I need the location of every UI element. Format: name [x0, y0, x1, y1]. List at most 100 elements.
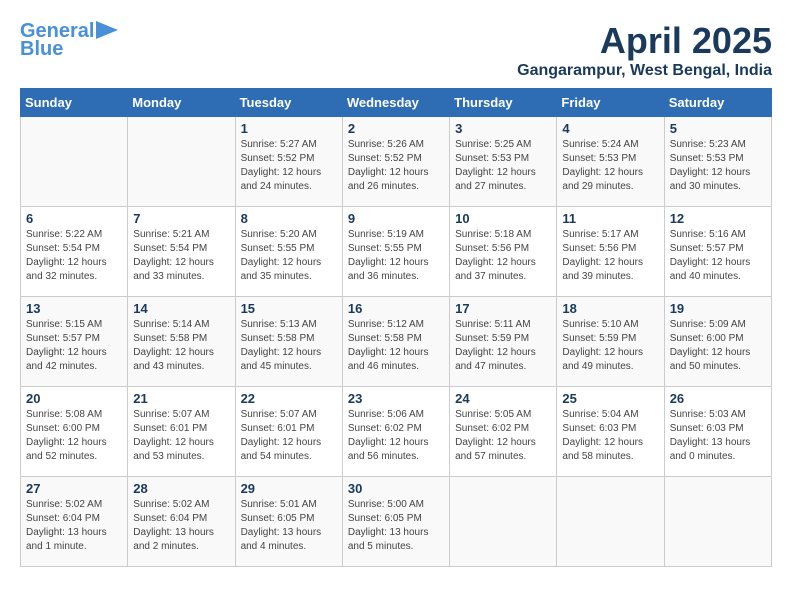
calendar-cell: 28 Sunrise: 5:02 AM Sunset: 6:04 PM Dayli…: [128, 477, 235, 567]
calendar-cell: 7 Sunrise: 5:21 AM Sunset: 5:54 PM Daylig…: [128, 207, 235, 297]
day-info: Sunrise: 5:27 AM Sunset: 5:52 PM Dayligh…: [241, 138, 337, 194]
calendar-cell: 20Sunrise: 5:08 AM Sunset: 6:00 PM Dayli…: [21, 387, 128, 477]
day-number: 30: [348, 481, 444, 496]
month-year-title: April 2025: [517, 20, 772, 62]
calendar-cell: [557, 477, 664, 567]
day-number: 21: [133, 391, 229, 406]
day-info: Sunrise: 5:26 AM Sunset: 5:52 PM Dayligh…: [348, 138, 444, 194]
calendar-week-row: 13 Sunrise: 5:15 AM Sunset: 5:57 PM Dayli…: [21, 297, 772, 387]
day-info: Sunrise: 5:06 AM Sunset: 6:02 PM Dayligh…: [348, 408, 444, 464]
weekday-header-wednesday: Wednesday: [342, 89, 449, 117]
weekday-header-sunday: Sunday: [21, 89, 128, 117]
day-info: Sunrise: 5:17 AM Sunset: 5:56 PM Dayligh…: [562, 228, 658, 284]
weekday-header-tuesday: Tuesday: [235, 89, 342, 117]
calendar-week-row: 1 Sunrise: 5:27 AM Sunset: 5:52 PM Daylig…: [21, 117, 772, 207]
calendar-cell: 23 Sunrise: 5:06 AM Sunset: 6:02 PM Dayli…: [342, 387, 449, 477]
day-info: Sunrise: 5:07 AM Sunset: 6:01 PM Dayligh…: [241, 408, 337, 464]
day-info: Sunrise: 5:08 AM Sunset: 6:00 PM Dayligh…: [26, 408, 122, 464]
calendar-cell: [450, 477, 557, 567]
calendar-cell: [664, 477, 771, 567]
day-number: 5: [670, 121, 766, 136]
weekday-header-friday: Friday: [557, 89, 664, 117]
day-number: 2: [348, 121, 444, 136]
day-number: 16: [348, 301, 444, 316]
day-info: Sunrise: 5:21 AM Sunset: 5:54 PM Dayligh…: [133, 228, 229, 284]
calendar-cell: 15 Sunrise: 5:13 AM Sunset: 5:58 PM Dayli…: [235, 297, 342, 387]
day-number: 14: [133, 301, 229, 316]
calendar-cell: 21 Sunrise: 5:07 AM Sunset: 6:01 PM Dayli…: [128, 387, 235, 477]
calendar-cell: 4Sunrise: 5:24 AM Sunset: 5:53 PM Daylig…: [557, 117, 664, 207]
day-number: 24: [455, 391, 551, 406]
day-number: 27: [26, 481, 122, 496]
calendar-cell: 27Sunrise: 5:02 AM Sunset: 6:04 PM Dayli…: [21, 477, 128, 567]
logo: General Blue: [20, 20, 118, 60]
calendar-cell: 2 Sunrise: 5:26 AM Sunset: 5:52 PM Daylig…: [342, 117, 449, 207]
calendar-cell: 11Sunrise: 5:17 AM Sunset: 5:56 PM Dayli…: [557, 207, 664, 297]
calendar-cell: 12Sunrise: 5:16 AM Sunset: 5:57 PM Dayli…: [664, 207, 771, 297]
calendar-cell: 17 Sunrise: 5:11 AM Sunset: 5:59 PM Dayli…: [450, 297, 557, 387]
calendar-cell: 1 Sunrise: 5:27 AM Sunset: 5:52 PM Daylig…: [235, 117, 342, 207]
day-number: 18: [562, 301, 658, 316]
weekday-header-monday: Monday: [128, 89, 235, 117]
day-info: Sunrise: 5:25 AM Sunset: 5:53 PM Dayligh…: [455, 138, 551, 194]
calendar-cell: 24 Sunrise: 5:05 AM Sunset: 6:02 PM Dayli…: [450, 387, 557, 477]
day-info: Sunrise: 5:18 AM Sunset: 5:56 PM Dayligh…: [455, 228, 551, 284]
calendar-cell: [21, 117, 128, 207]
day-info: Sunrise: 5:09 AM Sunset: 6:00 PM Dayligh…: [670, 318, 766, 374]
calendar-cell: 30 Sunrise: 5:00 AM Sunset: 6:05 PM Dayli…: [342, 477, 449, 567]
day-info: Sunrise: 5:10 AM Sunset: 5:59 PM Dayligh…: [562, 318, 658, 374]
calendar-cell: 18 Sunrise: 5:10 AM Sunset: 5:59 PM Dayli…: [557, 297, 664, 387]
day-number: 9: [348, 211, 444, 226]
day-info: Sunrise: 5:00 AM Sunset: 6:05 PM Dayligh…: [348, 498, 444, 554]
calendar-cell: 10 Sunrise: 5:18 AM Sunset: 5:56 PM Dayli…: [450, 207, 557, 297]
day-number: 23: [348, 391, 444, 406]
day-info: Sunrise: 5:04 AM Sunset: 6:03 PM Dayligh…: [562, 408, 658, 464]
day-number: 26: [670, 391, 766, 406]
day-number: 13: [26, 301, 122, 316]
day-info: Sunrise: 5:15 AM Sunset: 5:57 PM Dayligh…: [26, 318, 122, 374]
day-info: Sunrise: 5:20 AM Sunset: 5:55 PM Dayligh…: [241, 228, 337, 284]
day-info: Sunrise: 5:19 AM Sunset: 5:55 PM Dayligh…: [348, 228, 444, 284]
day-number: 25: [562, 391, 658, 406]
calendar-cell: 16 Sunrise: 5:12 AM Sunset: 5:58 PM Dayli…: [342, 297, 449, 387]
calendar-week-row: 6Sunrise: 5:22 AM Sunset: 5:54 PM Daylig…: [21, 207, 772, 297]
day-info: Sunrise: 5:01 AM Sunset: 6:05 PM Dayligh…: [241, 498, 337, 554]
day-info: Sunrise: 5:16 AM Sunset: 5:57 PM Dayligh…: [670, 228, 766, 284]
calendar-cell: 5 Sunrise: 5:23 AM Sunset: 5:53 PM Daylig…: [664, 117, 771, 207]
location-subtitle: Gangarampur, West Bengal, India: [517, 62, 772, 80]
day-number: 28: [133, 481, 229, 496]
calendar-cell: 26 Sunrise: 5:03 AM Sunset: 6:03 PM Dayli…: [664, 387, 771, 477]
day-info: Sunrise: 5:05 AM Sunset: 6:02 PM Dayligh…: [455, 408, 551, 464]
calendar-header-row: SundayMondayTuesdayWednesdayThursdayFrid…: [21, 89, 772, 117]
day-info: Sunrise: 5:03 AM Sunset: 6:03 PM Dayligh…: [670, 408, 766, 464]
calendar-cell: [128, 117, 235, 207]
day-number: 10: [455, 211, 551, 226]
day-info: Sunrise: 5:11 AM Sunset: 5:59 PM Dayligh…: [455, 318, 551, 374]
day-number: 15: [241, 301, 337, 316]
day-number: 7: [133, 211, 229, 226]
day-info: Sunrise: 5:12 AM Sunset: 5:58 PM Dayligh…: [348, 318, 444, 374]
calendar-cell: 6Sunrise: 5:22 AM Sunset: 5:54 PM Daylig…: [21, 207, 128, 297]
day-number: 4: [562, 121, 658, 136]
calendar-cell: 3Sunrise: 5:25 AM Sunset: 5:53 PM Daylig…: [450, 117, 557, 207]
day-number: 22: [241, 391, 337, 406]
day-number: 8: [241, 211, 337, 226]
weekday-header-saturday: Saturday: [664, 89, 771, 117]
title-area: April 2025 Gangarampur, West Bengal, Ind…: [517, 20, 772, 80]
day-info: Sunrise: 5:07 AM Sunset: 6:01 PM Dayligh…: [133, 408, 229, 464]
day-number: 29: [241, 481, 337, 496]
day-info: Sunrise: 5:23 AM Sunset: 5:53 PM Dayligh…: [670, 138, 766, 194]
calendar-cell: 19Sunrise: 5:09 AM Sunset: 6:00 PM Dayli…: [664, 297, 771, 387]
day-number: 17: [455, 301, 551, 316]
calendar-week-row: 27 Sunrise: 5:02 AM Sunset: 6:04 PM Dayli…: [21, 477, 772, 567]
weekday-header-thursday: Thursday: [450, 89, 557, 117]
calendar-cell: 29 Sunrise: 5:01 AM Sunset: 6:05 PM Dayli…: [235, 477, 342, 567]
logo-blue: Blue: [20, 38, 63, 60]
day-number: 1: [241, 121, 337, 136]
day-info: Sunrise: 5:02 AM Sunset: 6:04 PM Dayligh…: [133, 498, 229, 554]
calendar-cell: 8 Sunrise: 5:20 AM Sunset: 5:55 PM Daylig…: [235, 207, 342, 297]
day-info: Sunrise: 5:13 AM Sunset: 5:58 PM Dayligh…: [241, 318, 337, 374]
page-header: General Blue April 2025 Gangarampur, Wes…: [20, 20, 772, 80]
logo-arrow-icon: [96, 21, 118, 39]
calendar-cell: 25 Sunrise: 5:04 AM Sunset: 6:03 PM Dayli…: [557, 387, 664, 477]
